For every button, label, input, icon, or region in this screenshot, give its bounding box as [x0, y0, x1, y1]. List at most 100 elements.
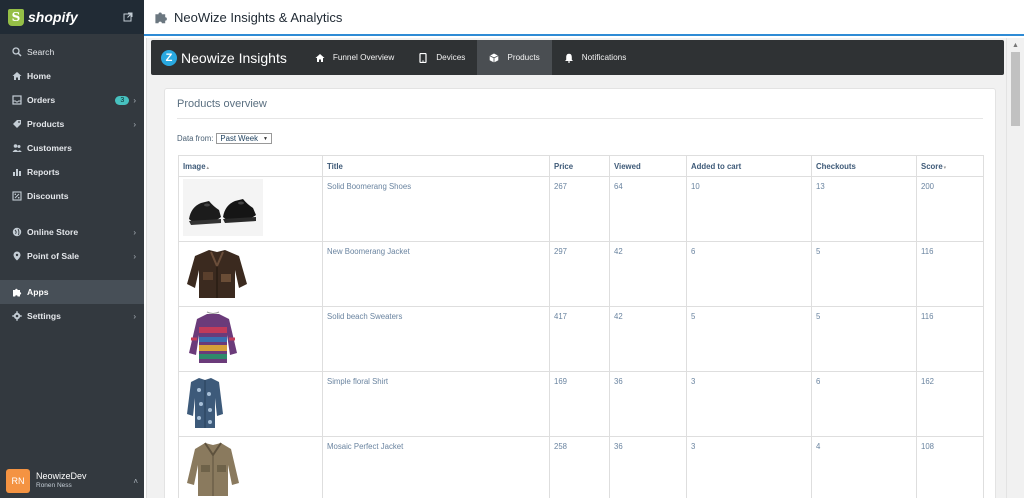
- search-icon: [11, 47, 22, 58]
- sidebar-item-settings[interactable]: Settings ›: [0, 304, 144, 328]
- product-title[interactable]: Solid Boomerang Shoes: [322, 176, 550, 242]
- gear-icon: [11, 311, 22, 322]
- product-image-leather-jacket: [183, 244, 263, 301]
- product-price: 258: [549, 436, 610, 498]
- sidebar-item-home[interactable]: Home: [0, 64, 144, 88]
- sidebar-item-customers[interactable]: Customers: [0, 136, 144, 160]
- shopify-bag-icon[interactable]: S: [8, 8, 24, 26]
- tab-label: Funnel Overview: [332, 53, 395, 62]
- filter-label: Data from:: [177, 134, 214, 143]
- product-title[interactable]: Simple floral Shirt: [322, 371, 550, 437]
- sidebar-item-label: Reports: [27, 167, 60, 177]
- sidebar-item-label: Point of Sale: [27, 251, 80, 261]
- product-viewed: 36: [609, 371, 687, 437]
- product-viewed: 36: [609, 436, 687, 498]
- chevron-right-icon: ›: [133, 95, 136, 105]
- sidebar-item-search[interactable]: Search: [0, 40, 144, 64]
- sidebar-item-label: Settings: [27, 311, 61, 321]
- chevron-right-icon: ›: [133, 251, 136, 261]
- orders-icon: [11, 95, 22, 106]
- sidebar-item-apps[interactable]: Apps: [0, 280, 144, 304]
- app-header: NeoWize Insights & Analytics: [144, 0, 1024, 36]
- chevron-right-icon: ›: [133, 311, 136, 321]
- tab-devices[interactable]: Devices: [406, 40, 477, 75]
- product-title[interactable]: New Boomerang Jacket: [322, 241, 550, 307]
- table-row[interactable]: New Boomerang Jacket 297 42 6 5 116: [178, 241, 984, 307]
- product-title[interactable]: Solid beach Sweaters: [322, 306, 550, 372]
- product-price: 267: [549, 176, 610, 242]
- app-title: NeoWize Insights & Analytics: [174, 9, 343, 25]
- sidebar-item-online-store[interactable]: Online Store ›: [0, 220, 144, 244]
- product-viewed: 42: [609, 306, 687, 372]
- sidebar-item-label: Discounts: [27, 191, 69, 201]
- product-price: 169: [549, 371, 610, 437]
- sidebar-item-reports[interactable]: Reports: [0, 160, 144, 184]
- sidebar-item-label: Online Store: [27, 227, 79, 237]
- shopify-logo-text[interactable]: shopify: [28, 9, 120, 25]
- user-account-menu[interactable]: RN NeowizeDev Ronen Ness ˄: [0, 464, 144, 498]
- chevron-right-icon: ›: [133, 227, 136, 237]
- chevron-up-icon: ˄: [133, 476, 138, 486]
- frame-scrollbar[interactable]: ▲: [1006, 38, 1024, 498]
- scrollbar-thumb[interactable]: [1011, 52, 1020, 126]
- column-header-viewed[interactable]: Viewed: [609, 155, 687, 177]
- column-header-image[interactable]: Image▴: [178, 155, 323, 177]
- product-viewed: 64: [609, 176, 687, 242]
- date-filter: Data from: Past Week ▼: [177, 133, 272, 144]
- puzzle-icon: [11, 287, 22, 298]
- shopify-sidebar: S shopify Search Home Orders 3 › Product…: [0, 0, 144, 498]
- orders-count-badge: 3: [115, 95, 130, 105]
- home-icon: [315, 53, 325, 62]
- column-header-added-to-cart[interactable]: Added to cart: [686, 155, 812, 177]
- user-full-name: Ronen Ness: [36, 482, 72, 490]
- sidebar-item-label: Customers: [27, 143, 72, 153]
- product-image-field-jacket: [183, 439, 263, 496]
- dropdown-arrow-icon: ▼: [262, 135, 268, 142]
- bell-icon: [564, 53, 573, 63]
- product-image-sweater: [183, 309, 263, 366]
- tab-funnel-overview[interactable]: Funnel Overview: [303, 40, 406, 75]
- product-added-to-cart: 3: [686, 436, 812, 498]
- chevron-right-icon: ›: [133, 119, 136, 129]
- home-icon: [11, 71, 22, 82]
- select-value: Past Week: [220, 134, 258, 143]
- sidebar-item-point-of-sale[interactable]: Point of Sale ›: [0, 244, 144, 268]
- product-added-to-cart: 10: [686, 176, 812, 242]
- sidebar-item-label: Search: [27, 47, 55, 57]
- sidebar-item-products[interactable]: Products ›: [0, 112, 144, 136]
- divider: [177, 118, 983, 119]
- sidebar-item-orders[interactable]: Orders 3 ›: [0, 88, 144, 112]
- sidebar-item-discounts[interactable]: Discounts: [0, 184, 144, 208]
- column-header-title[interactable]: Title: [322, 155, 550, 177]
- reports-icon: [11, 167, 22, 178]
- brand-name: Neowize Insights: [181, 49, 287, 66]
- date-range-select[interactable]: Past Week ▼: [216, 133, 272, 144]
- sidebar-item-label: Orders: [27, 95, 56, 105]
- app-brand[interactable]: Z Neowize Insights: [151, 40, 303, 75]
- products-overview-panel: Products overview Data from: Past Week ▼…: [164, 88, 996, 498]
- user-store-name: NeowizeDev: [36, 471, 87, 482]
- table-row[interactable]: Simple floral Shirt 169 36 3 6 162: [178, 371, 984, 437]
- sidebar-header: S shopify: [0, 0, 144, 34]
- tab-products[interactable]: Products: [477, 40, 552, 75]
- scroll-up-icon[interactable]: ▲: [1007, 38, 1024, 52]
- product-title[interactable]: Mosaic Perfect Jacket: [322, 436, 550, 498]
- product-image-shoes: [183, 179, 263, 236]
- column-header-score[interactable]: Score▾: [916, 155, 984, 177]
- device-icon: [419, 52, 427, 63]
- column-header-price[interactable]: Price: [549, 155, 610, 177]
- product-image-cell: [178, 241, 323, 307]
- table-header-row: Image▴ Title Price Viewed Added to cart …: [178, 155, 984, 177]
- product-score: 116: [916, 241, 984, 307]
- product-checkouts: 4: [811, 436, 917, 498]
- external-link-icon[interactable]: [120, 9, 136, 25]
- table-row[interactable]: Solid Boomerang Shoes 267 64 10 13 200: [178, 176, 984, 242]
- table-row[interactable]: Mosaic Perfect Jacket 258 36 3 4 108: [178, 436, 984, 498]
- tab-notifications[interactable]: Notifications: [552, 40, 639, 75]
- product-image-cell: [178, 371, 323, 437]
- table-row[interactable]: Solid beach Sweaters 417 42 5 5 116: [178, 306, 984, 372]
- column-header-checkouts[interactable]: Checkouts: [811, 155, 917, 177]
- app-navbar: Z Neowize Insights Funnel Overview Devic…: [151, 40, 1004, 75]
- product-checkouts: 5: [811, 306, 917, 372]
- globe-icon: [11, 227, 22, 238]
